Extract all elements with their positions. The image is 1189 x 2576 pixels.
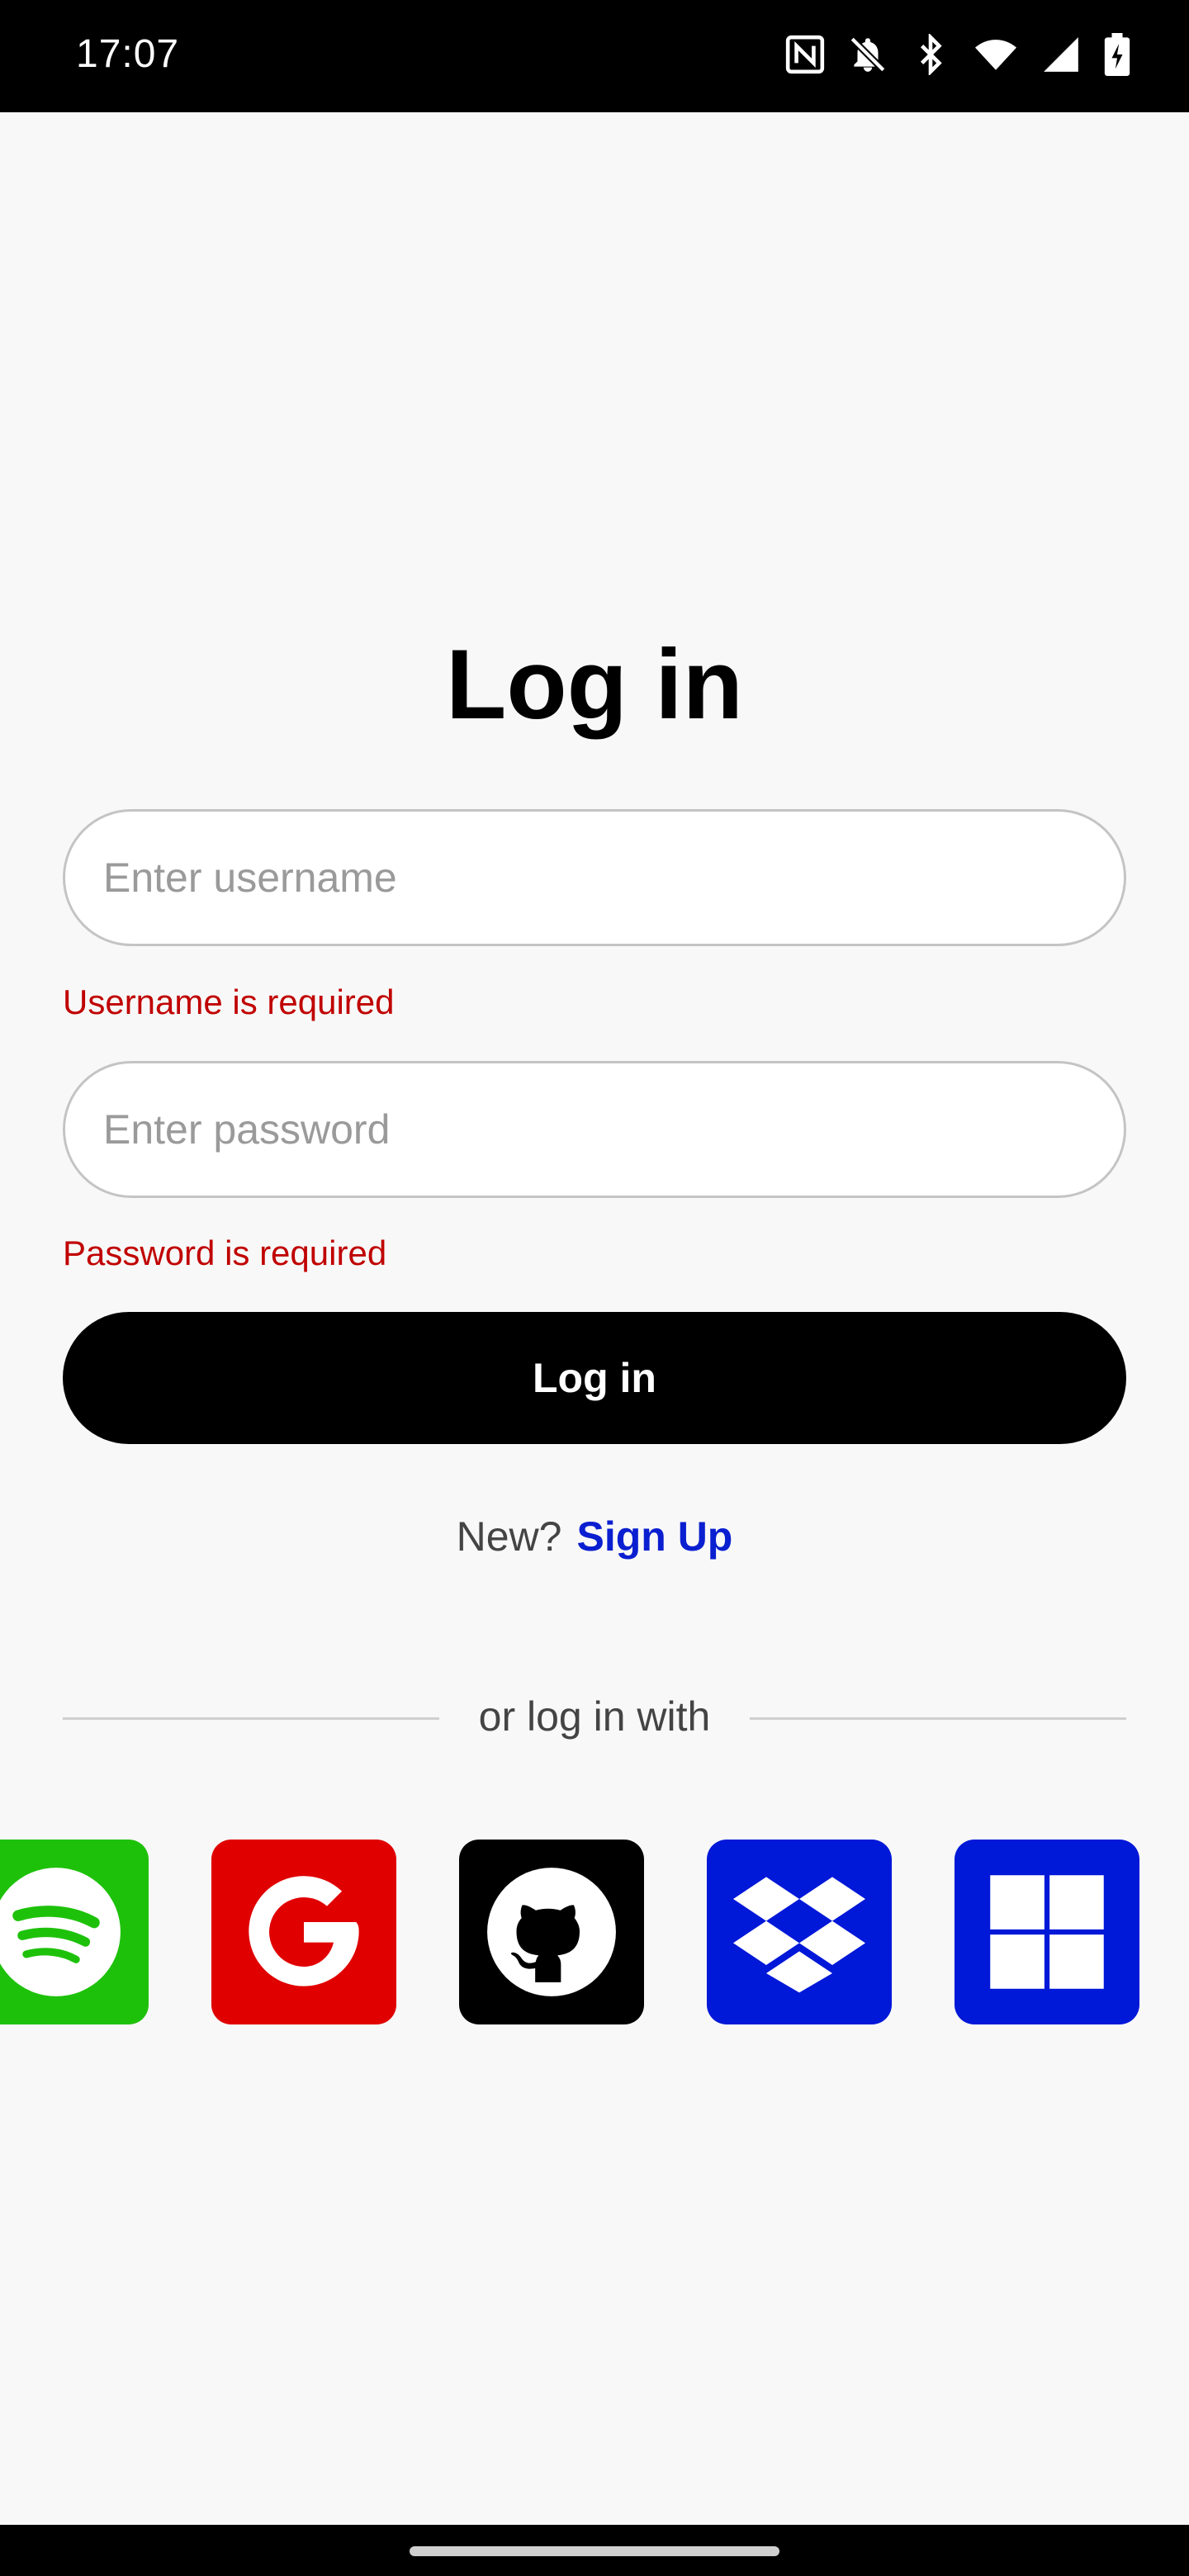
- spotify-icon: [0, 1862, 126, 2002]
- status-time: 17:07: [76, 32, 180, 76]
- page-title: Log in: [446, 629, 743, 740]
- navigation-bar: [0, 2525, 1189, 2576]
- dropbox-login-button[interactable]: [707, 1840, 892, 2024]
- google-login-button[interactable]: [211, 1840, 396, 2024]
- spotify-login-button[interactable]: [0, 1840, 149, 2024]
- battery-charging-icon: [1103, 33, 1131, 76]
- password-input[interactable]: [65, 1106, 1124, 1153]
- home-gesture-handle[interactable]: [410, 2546, 779, 2556]
- password-error: Password is required: [63, 1234, 387, 1272]
- password-field-container: [63, 1061, 1126, 1198]
- bluetooth-icon: [910, 34, 951, 75]
- username-field-container: [63, 809, 1126, 946]
- status-bar: 17:07: [0, 0, 1189, 112]
- microsoft-icon: [985, 1870, 1109, 1994]
- github-login-button[interactable]: [459, 1840, 644, 2024]
- login-button[interactable]: Log in: [63, 1312, 1126, 1444]
- signup-link[interactable]: Sign Up: [576, 1513, 732, 1560]
- bell-off-icon: [847, 34, 888, 75]
- dropbox-icon: [733, 1870, 865, 1994]
- google-icon: [238, 1866, 370, 1998]
- divider-text: or log in with: [478, 1693, 711, 1740]
- microsoft-login-button[interactable]: [955, 1840, 1139, 2024]
- username-error: Username is required: [63, 983, 395, 1021]
- wifi-icon: [973, 34, 1019, 75]
- signup-row: New? Sign Up: [0, 1513, 1189, 1560]
- github-icon: [481, 1862, 622, 2002]
- username-input[interactable]: [65, 854, 1124, 902]
- nfc-icon: [784, 34, 826, 75]
- signup-prompt: New?: [456, 1513, 562, 1560]
- signal-icon: [1040, 34, 1082, 75]
- status-icons: [784, 33, 1131, 76]
- divider-line-right: [750, 1717, 1126, 1720]
